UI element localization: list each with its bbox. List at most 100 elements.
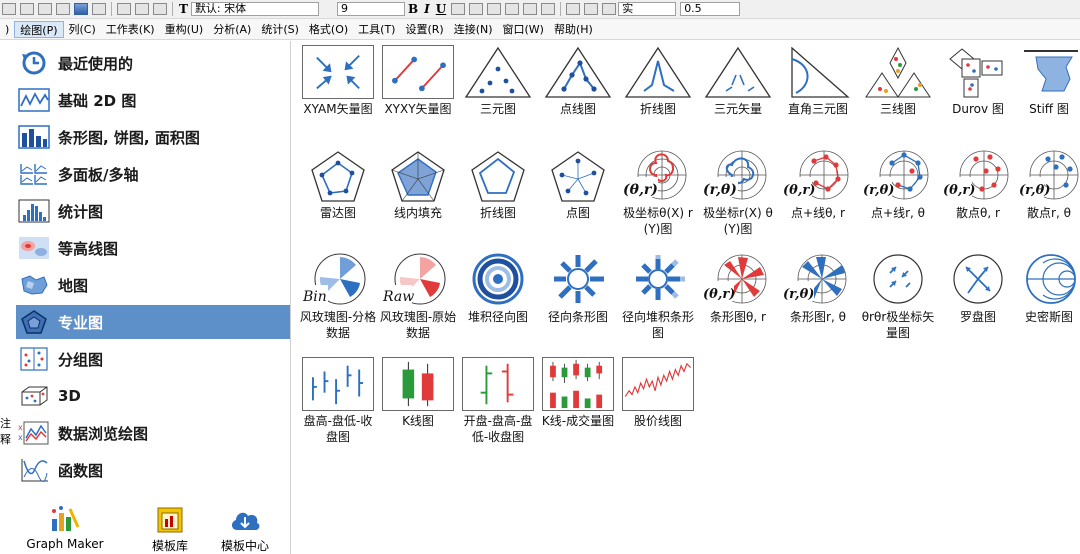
template-radial-bar[interactable]: 径向条形图 (538, 249, 618, 353)
template-polar-scatter-r-theta[interactable]: (r,θ) 散点r, θ (1018, 145, 1080, 249)
menu-plot[interactable]: 绘图(P) (14, 20, 64, 38)
template-candlestick-volume[interactable]: K线-成交量图 (538, 353, 618, 457)
template-ternary[interactable]: 三元图 (458, 41, 538, 145)
font-select[interactable]: 默认: 宋体 (190, 2, 319, 16)
polar-r-theta-annotation: (r,θ) (703, 182, 737, 198)
function-plot-icon (16, 456, 52, 484)
template-wind-rose-binned[interactable]: Bin 风玫瑰图-分格数据 (298, 249, 378, 353)
category-basic-2d[interactable]: 基础 2D 图 (16, 83, 290, 117)
category-grouped[interactable]: 分组图 (16, 342, 290, 376)
svg-text:x: x (18, 433, 23, 442)
underline-button[interactable]: U (433, 2, 449, 16)
fill-color-icon[interactable] (566, 3, 581, 15)
font-color-icon[interactable] (541, 3, 556, 15)
toolbar-image-icon[interactable] (74, 3, 88, 15)
graph-maker-button[interactable]: Graph Maker (20, 501, 110, 554)
template-xyxy-vector[interactable]: XYXY矢量图 (378, 41, 458, 145)
template-polar-line-symbol-theta-r[interactable]: (θ,r) 点+线θ, r (778, 145, 858, 249)
menu-statistics[interactable]: 统计(S) (256, 21, 304, 38)
category-3d[interactable]: 3D (16, 379, 290, 413)
category-multi-panel[interactable]: 多面板/多轴 (16, 157, 290, 191)
toolbar-cut-icon[interactable] (117, 3, 131, 15)
template-high-low-close[interactable]: 盘高-盘低-收盘图 (298, 353, 378, 457)
multi-panel-icon (16, 160, 52, 188)
template-ohlc[interactable]: 开盘-盘高-盘低-收盘图 (458, 353, 538, 457)
template-smith-chart[interactable]: 史密斯图 (1018, 249, 1080, 353)
template-wind-rose-raw[interactable]: Raw 风玫瑰图-原始数据 (378, 249, 458, 353)
toolbar-copy-icon[interactable] (135, 3, 149, 15)
formatting-toolbar: T 默认: 宋体 9 B I U 实 0.5 (0, 0, 1080, 19)
font-size-select[interactable]: 9 (336, 2, 405, 16)
menu-analysis[interactable]: 分析(A) (208, 21, 256, 38)
template-ternary-vector[interactable]: 三元矢量 (698, 41, 778, 145)
template-label: 散点θ, r (956, 206, 1000, 220)
toolbar-plot3-icon[interactable] (38, 3, 52, 15)
category-map[interactable]: 地图 (16, 268, 290, 302)
align-icon[interactable] (523, 3, 538, 15)
toolbar-misc-icon[interactable] (92, 3, 106, 15)
template-polar-vector[interactable]: θrθr极坐标矢量图 (858, 249, 938, 353)
template-stacked-radial[interactable]: 堆积径向图 (458, 249, 538, 353)
toolbar-plot4-icon[interactable] (56, 3, 70, 15)
template-stiff[interactable]: Stiff 图 (1018, 41, 1080, 145)
template-polar-bar-theta-r[interactable]: (θ,r) 条形图θ, r (698, 249, 778, 353)
menu-column[interactable]: 列(C) (64, 21, 101, 38)
template-polar-bar-r-theta[interactable]: (r,θ) 条形图r, θ (778, 249, 858, 353)
menu-worksheet[interactable]: 工作表(K) (101, 21, 160, 38)
category-recent[interactable]: 最近使用的 (16, 46, 290, 80)
template-candlestick[interactable]: K线图 (378, 353, 458, 457)
category-data-explore[interactable]: xx 数据浏览绘图 (16, 416, 290, 450)
italic-button[interactable]: I (421, 2, 433, 16)
template-label: 直角三元图 (787, 102, 848, 116)
menu-settings[interactable]: 设置(R) (400, 21, 448, 38)
template-radar-scatter[interactable]: 点图 (538, 145, 618, 249)
template-polar-scatter-theta-r[interactable]: (θ,r) 散点θ, r (938, 145, 1018, 249)
line-style-select[interactable]: 实 (618, 2, 677, 16)
template-durov[interactable]: Durov 图 (938, 41, 1018, 145)
line-color-icon[interactable] (584, 3, 599, 15)
polar-annotation: (θ,r) (703, 287, 735, 302)
template-stock-line[interactable]: 股价线图 (618, 353, 698, 457)
template-ternary-line-symbol[interactable]: 点线图 (538, 41, 618, 145)
template-polar-r-theta[interactable]: (r,θ) 极坐标r(X) θ(Y)图 (698, 145, 778, 249)
menu-connect[interactable]: 连接(N) (449, 21, 498, 38)
template-radar-line[interactable]: 折线图 (458, 145, 538, 249)
template-radar[interactable]: 雷达图 (298, 145, 378, 249)
category-statistics[interactable]: 统计图 (16, 194, 290, 228)
category-specialized[interactable]: 专业图 (16, 305, 290, 339)
template-compass[interactable]: 罗盘图 (938, 249, 1018, 353)
line-width-select[interactable]: 0.5 (680, 2, 741, 16)
menu-prev-fragment[interactable]: ) (0, 21, 14, 38)
template-piper[interactable]: 三线图 (858, 41, 938, 145)
template-xyam-vector[interactable]: XYAM矢量图 (298, 41, 378, 145)
pattern-icon[interactable] (602, 3, 617, 15)
template-center-button[interactable]: 模板中心 (200, 501, 290, 554)
menu-format[interactable]: 格式(O) (304, 21, 353, 38)
polar-bar-r-theta-thumbnail: (r,θ) (782, 254, 847, 304)
category-function[interactable]: 函数图 (16, 453, 290, 487)
polar-line-symbol-theta-r-thumbnail: (θ,r) (782, 150, 849, 200)
category-bar-pie-area[interactable]: 条形图, 饼图, 面积图 (16, 120, 290, 154)
template-radial-stacked-bar[interactable]: 径向堆积条形图 (618, 249, 698, 353)
template-polar-line-symbol-r-theta[interactable]: (r,θ) 点+线r, θ (858, 145, 938, 249)
polar-scatter-r-theta-thumbnail: (r,θ) (1018, 150, 1079, 200)
menu-tools[interactable]: 工具(T) (353, 21, 400, 38)
template-radar-filled[interactable]: 线内填充 (378, 145, 458, 249)
greek-icon[interactable] (487, 3, 502, 15)
toolbar-plot-icon[interactable] (2, 3, 16, 15)
bold-button[interactable]: B (405, 2, 421, 16)
template-right-ternary[interactable]: 直角三元图 (778, 41, 858, 145)
category-contour[interactable]: 等高线图 (16, 231, 290, 265)
font-grow-icon[interactable] (505, 3, 520, 15)
toolbar-plot2-icon[interactable] (20, 3, 34, 15)
subscript-icon[interactable] (469, 3, 484, 15)
toolbar-paste-icon[interactable] (153, 3, 167, 15)
menu-help[interactable]: 帮助(H) (549, 21, 598, 38)
category-label: 数据浏览绘图 (58, 424, 149, 443)
radar-filled-thumbnail (391, 151, 445, 202)
superscript-icon[interactable] (451, 3, 466, 15)
menu-window[interactable]: 窗口(W) (498, 21, 549, 38)
template-ternary-line[interactable]: 折线图 (618, 41, 698, 145)
menu-restructure[interactable]: 重构(U) (160, 21, 209, 38)
template-polar-theta-r[interactable]: (θ,r) 极坐标θ(X) r(Y)图 (618, 145, 698, 249)
